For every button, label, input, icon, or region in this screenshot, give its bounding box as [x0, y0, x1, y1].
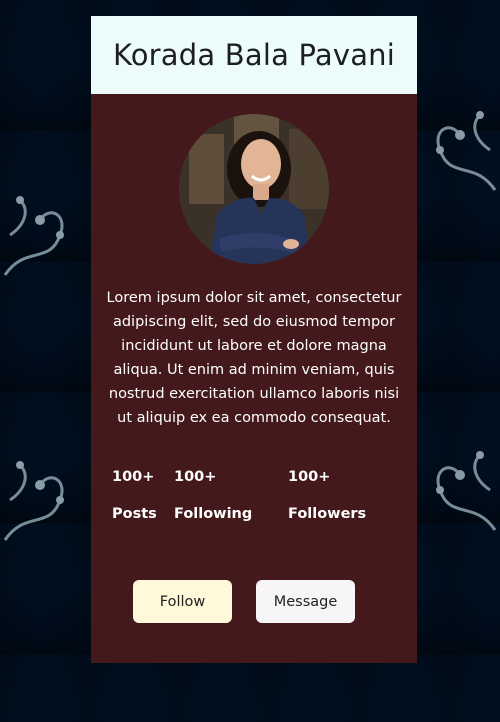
stat-followers-count: 100+ [288, 469, 331, 485]
stat-following-count: 100+ [174, 469, 217, 485]
profile-bio: Lorem ipsum dolor sit amet, consectetur … [106, 290, 402, 426]
stat-followers-label: Followers [288, 506, 367, 522]
stat-posts-label: Posts [112, 506, 157, 522]
floral-ornament-left-top [0, 175, 80, 295]
avatar [179, 114, 329, 264]
follow-button[interactable]: Follow [133, 580, 232, 623]
stat-posts-count: 100+ [112, 469, 155, 485]
profile-stats: 100+ Posts 100+ Following 100+ Followers [112, 464, 402, 534]
stat-following-label: Following [174, 506, 253, 522]
stat-followers[interactable]: 100+ Followers [288, 464, 366, 527]
floral-ornament-left-bottom [0, 440, 80, 560]
profile-name: Korada Bala Pavani [112, 38, 396, 72]
profile-header: Korada Bala Pavani [91, 16, 417, 94]
floral-ornament-right-top [420, 90, 500, 210]
message-button[interactable]: Message [256, 580, 355, 623]
stat-following[interactable]: 100+ Following [174, 464, 252, 527]
profile-card: Korada Bala Pavani Lorem ipsum dolor sit… [91, 16, 417, 663]
profile-photo-icon [179, 114, 329, 264]
floral-ornament-right-bottom [420, 430, 500, 550]
stat-posts[interactable]: 100+ Posts [112, 464, 157, 527]
